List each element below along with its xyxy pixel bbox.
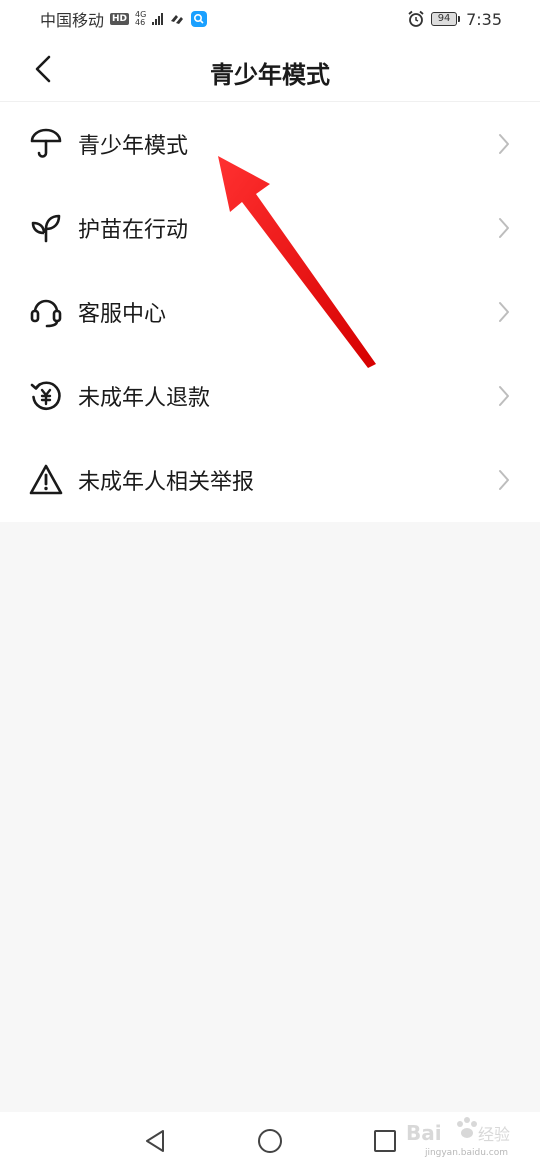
nav-home-button[interactable] [255,1126,285,1156]
nav-header: 青少年模式 [0,38,540,102]
chevron-right-icon [496,217,512,239]
triangle-back-icon [146,1130,164,1152]
battery-level: 94 [431,12,458,26]
chevron-right-icon [496,469,512,491]
paw-logo-icon: Bai 经验 [406,1117,510,1145]
chevron-right-icon [496,385,512,407]
network-sub-label: 46 [135,18,146,27]
chevron-right-icon [496,301,512,323]
status-left: 中国移动 HD 4G 46 [40,7,208,31]
battery-icon: 94 [431,12,461,26]
menu-list: 青少年模式 护苗在行动 客服中心 未成年人退款 未成年人相关举报 [0,102,540,522]
alarm-icon [408,10,424,27]
hd-badge: HD [110,13,130,25]
watermark-site: jingyan.baidu.com [424,1148,508,1158]
menu-item-label: 青少年模式 [78,134,189,159]
carrier-label: 中国移动 [40,11,105,30]
menu-item-teen-mode[interactable]: 青少年模式 [0,102,540,186]
baidu-watermark: Bai 经验 jingyan.baidu.com [404,1106,514,1158]
umbrella-icon [28,126,64,162]
page-title: 青少年模式 [210,61,330,89]
menu-item-customer-service[interactable]: 客服中心 [0,270,540,354]
signal-icon [152,13,164,25]
warning-icon [28,462,64,498]
menu-item-minor-refund[interactable]: 未成年人退款 [0,354,540,438]
sprout-icon [28,210,64,246]
square-recents-icon [374,1130,396,1152]
yen-refund-icon [28,378,64,414]
link-icon [171,15,184,24]
status-bar: 中国移动 HD 4G 46 94 7:35 [0,0,540,38]
network-type: 4G 46 [135,11,146,27]
menu-item-minor-report[interactable]: 未成年人相关举报 [0,438,540,522]
nav-recents-button[interactable] [370,1126,400,1156]
chevron-right-icon [496,133,512,155]
headset-icon [28,294,64,330]
clock-time: 7:35 [466,9,502,29]
circle-home-icon [258,1129,282,1153]
menu-item-label: 未成年人退款 [78,386,211,411]
nav-back-button[interactable] [140,1126,170,1156]
menu-item-label: 未成年人相关举报 [78,470,255,495]
menu-item-protect-seedlings[interactable]: 护苗在行动 [0,186,540,270]
status-right: 94 7:35 [407,10,502,29]
svg-text:Bai: Bai [406,1121,442,1145]
svg-text:经验: 经验 [478,1125,510,1144]
search-app-icon [191,11,208,27]
menu-item-label: 护苗在行动 [78,218,189,243]
menu-item-label: 客服中心 [78,302,167,327]
